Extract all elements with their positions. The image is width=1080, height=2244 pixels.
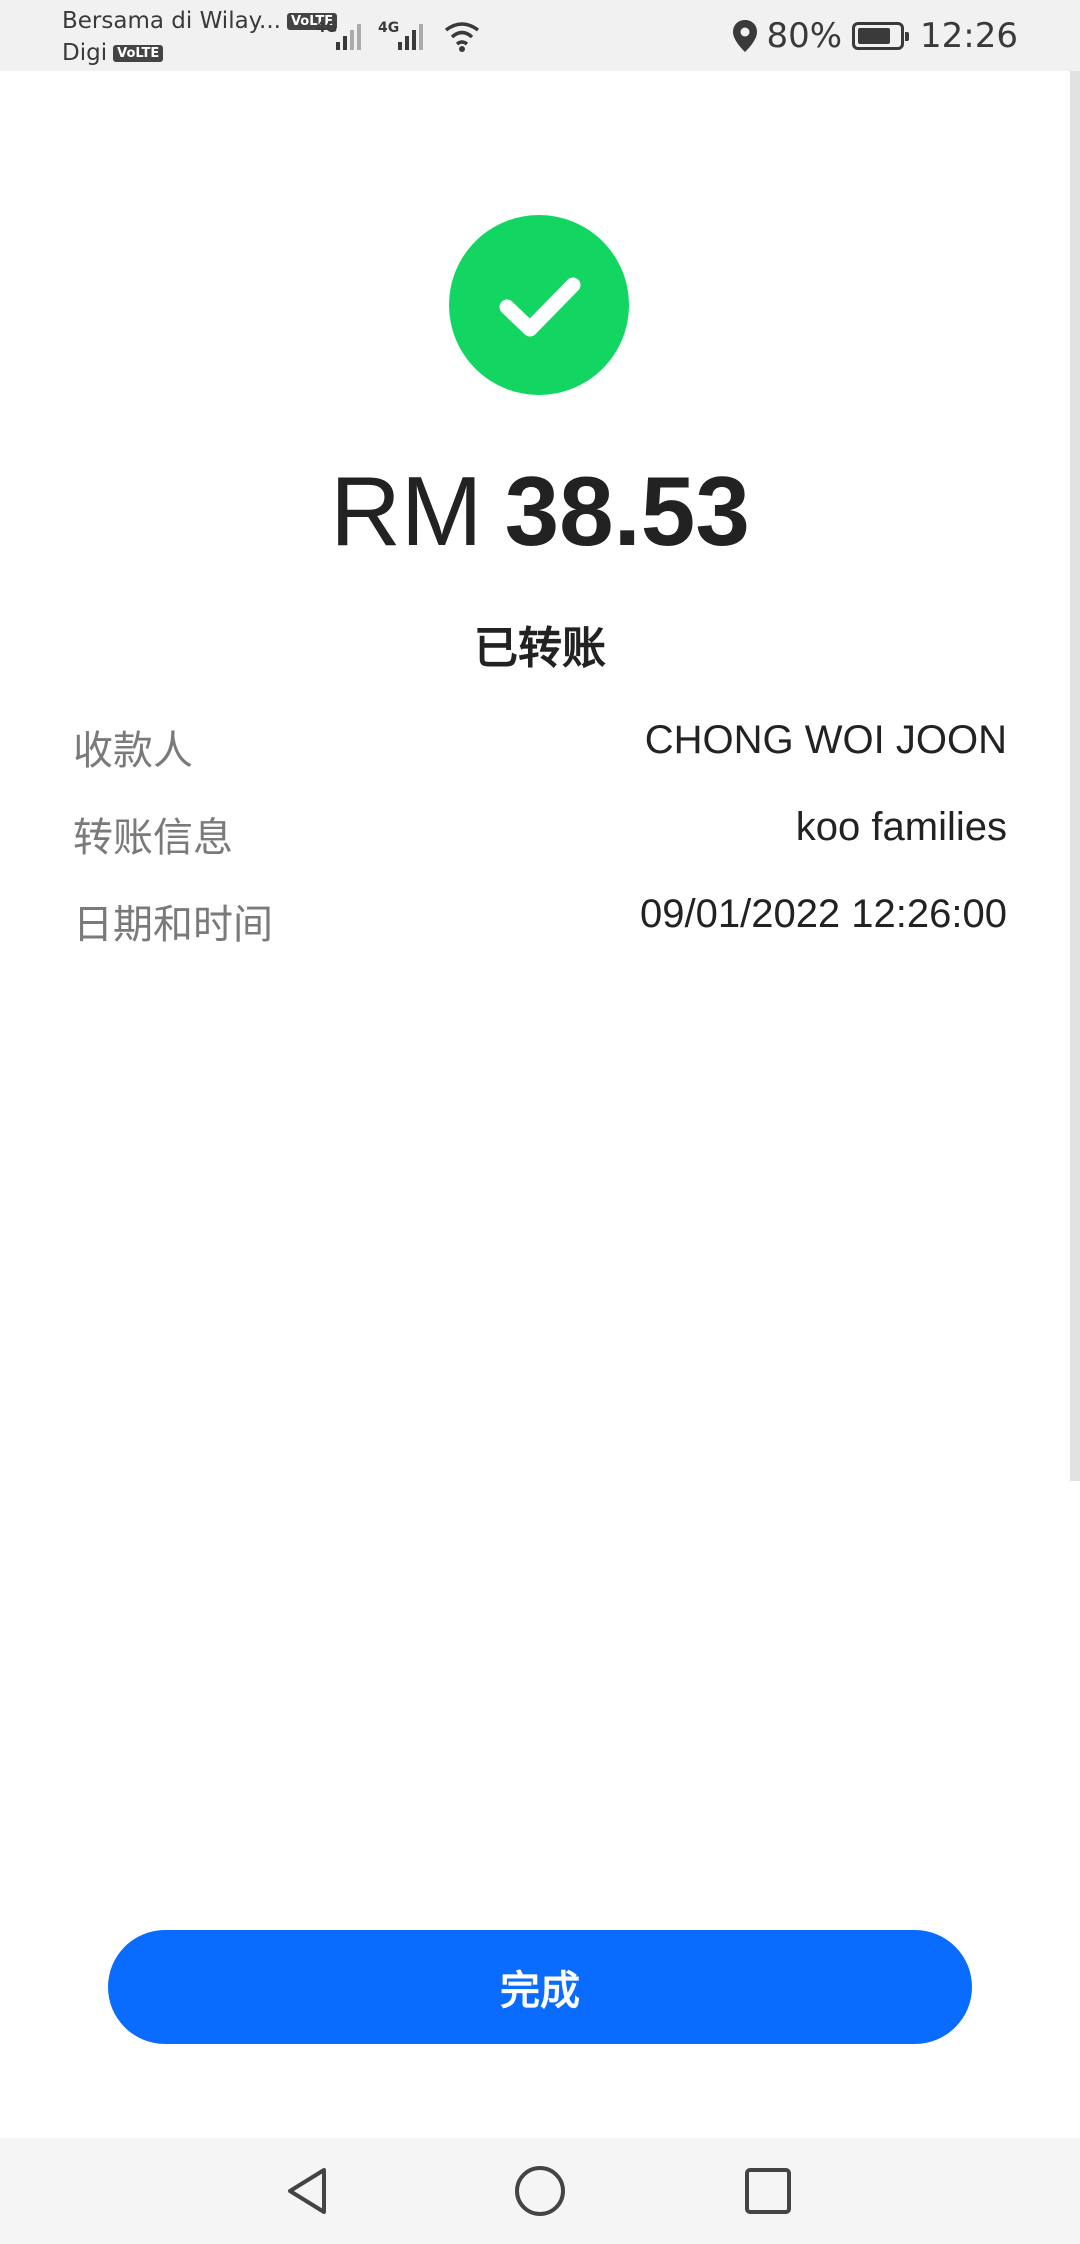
transfer-success-screen: Bersama di Wilay... VoLTE Digi VoLTE 4G 4G	[0, 0, 1080, 2244]
recents-button[interactable]	[733, 2156, 803, 2226]
detail-row-recipient: 收款人 CHONG WOI JOON	[73, 718, 1007, 778]
battery-icon	[852, 22, 910, 50]
success-check-icon	[449, 215, 629, 395]
status-bar: Bersama di Wilay... VoLTE Digi VoLTE 4G 4G	[0, 0, 1080, 71]
back-icon	[288, 2168, 326, 2214]
clock: 12:26	[920, 16, 1018, 56]
scrollbar[interactable]	[1070, 71, 1080, 1481]
navigation-bar	[0, 2138, 1080, 2244]
battery-percent: 80%	[766, 16, 843, 56]
battery-fill	[858, 28, 891, 44]
detail-label: 转账信息	[73, 815, 233, 861]
currency-label: RM	[330, 456, 483, 566]
network-type-1: 4G	[316, 20, 337, 36]
amount-value: 38.53	[504, 456, 750, 566]
detail-row-reference: 转账信息 koo families	[73, 805, 1007, 865]
carrier-secondary: Digi VoLTE	[62, 40, 164, 66]
detail-label: 日期和时间	[73, 902, 273, 948]
carrier-primary: Bersama di Wilay... VoLTE	[62, 8, 338, 34]
detail-label: 收款人	[73, 728, 193, 774]
carrier-secondary-name: Digi	[62, 40, 108, 66]
network-type-2: 4G	[378, 20, 399, 36]
detail-value: CHONG WOI JOON	[644, 718, 1007, 762]
volte-badge-secondary: VoLTE	[113, 45, 164, 62]
signal-icon: 4G 4G	[316, 20, 480, 52]
recents-icon	[745, 2168, 791, 2214]
detail-value: 09/01/2022 12:26:00	[639, 892, 1007, 936]
status-right: 80% 12:26	[732, 14, 1018, 58]
home-button[interactable]	[505, 2156, 575, 2226]
back-button[interactable]	[272, 2156, 342, 2226]
network-indicators: 4G 4G	[316, 14, 486, 54]
detail-row-datetime: 日期和时间 09/01/2022 12:26:00	[73, 892, 1007, 952]
done-button[interactable]: 完成	[108, 1930, 972, 2044]
transfer-amount: RM 38.53	[0, 455, 1080, 568]
transfer-status: 已转账	[474, 623, 606, 674]
wifi-icon	[444, 22, 480, 52]
location-icon	[733, 20, 758, 52]
home-icon	[515, 2166, 565, 2216]
detail-value: koo families	[795, 805, 1007, 849]
carrier-primary-name: Bersama di Wilay...	[62, 8, 281, 34]
